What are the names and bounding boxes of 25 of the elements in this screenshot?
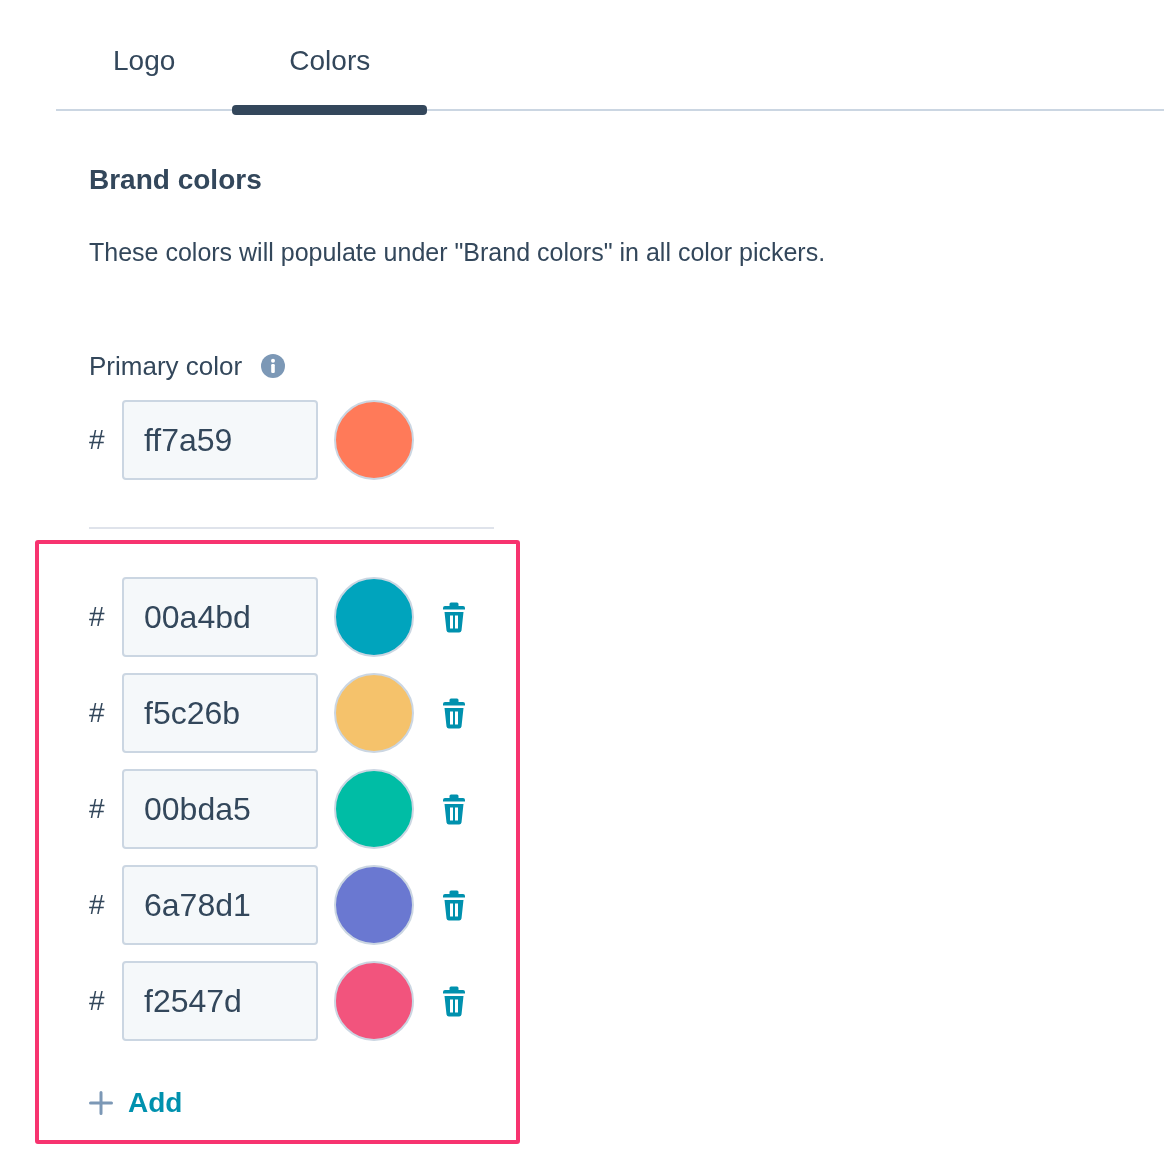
tab[interactable]: Colors [232,0,428,115]
trash-icon[interactable] [443,601,465,633]
field-label: Primary color [89,351,243,381]
hex-input[interactable]: 00a4bd [122,577,318,657]
hash-label: # [89,984,105,1018]
hex-input[interactable]: 6a78d1 [122,865,318,945]
hash-label: # [89,600,105,634]
plus-icon[interactable] [89,1091,113,1115]
hex-input[interactable]: f2547d [122,961,318,1041]
hex-input[interactable]: f5c26b [122,673,318,753]
trash-icon[interactable] [443,697,465,729]
info-icon[interactable] [261,354,286,378]
hex-input[interactable]: ff7a59 [122,400,318,480]
trash-icon[interactable] [443,793,465,825]
section-description: These colors will populate under "Brand colors" in all color pickers. [89,237,826,267]
hash-label: # [89,792,105,826]
section-title: Brand colors [89,163,262,197]
trash-icon[interactable] [443,985,465,1017]
hash-label: # [89,423,105,457]
tab[interactable]: Logo [56,0,233,115]
hex-input[interactable]: 00bda5 [122,769,318,849]
add-button[interactable]: Add [128,1086,183,1120]
hash-label: # [89,696,105,730]
trash-icon[interactable] [443,889,465,921]
hash-label: # [89,888,105,922]
